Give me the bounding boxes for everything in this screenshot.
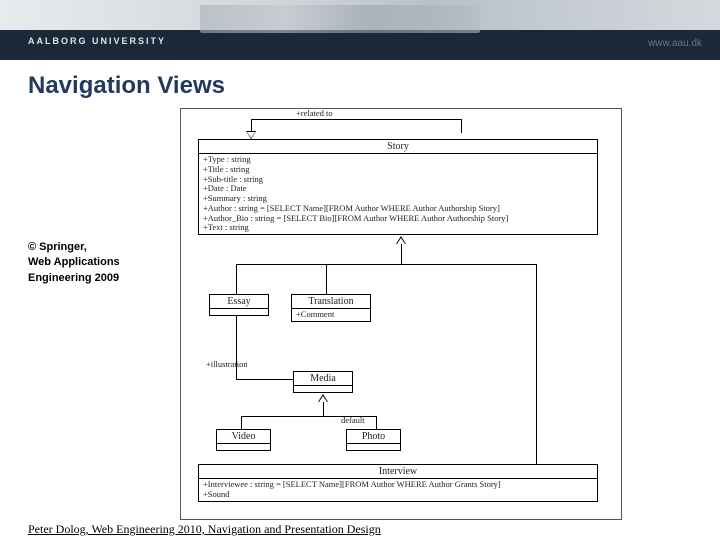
- story-attr: +Author : string = [SELECT Name][FROM Au…: [203, 204, 593, 214]
- essay-class: Essay: [209, 294, 269, 316]
- uml-diagram: +related to Story +Type : string +Title …: [180, 108, 622, 520]
- citation-block: © Springer, Web Applications Engineering…: [28, 240, 120, 286]
- translation-attr: +Comment: [296, 310, 366, 320]
- story-attr: +Summary : string: [203, 194, 593, 204]
- story-class-name: Story: [199, 140, 597, 154]
- interview-class: Interview +Interviewee : string = [SELEC…: [198, 464, 598, 502]
- generalization-icon: [396, 236, 406, 244]
- connector: [251, 119, 461, 120]
- video-class: Video: [216, 429, 271, 451]
- connector: [536, 264, 537, 464]
- slide-content: Navigation Views © Springer, Web Applica…: [0, 60, 720, 518]
- story-attr: +Author_Bio : string = [SELECT Bio][FROM…: [203, 214, 593, 224]
- illustration-label: +illustration: [206, 359, 248, 369]
- connector: [236, 264, 237, 294]
- story-attributes: +Type : string +Title : string +Sub-titl…: [199, 154, 597, 234]
- connector: [236, 264, 536, 265]
- media-class: Media: [293, 371, 353, 393]
- story-class: Story +Type : string +Title : string +Su…: [198, 139, 598, 235]
- story-attr: +Sub-title : string: [203, 175, 593, 185]
- connector: [461, 119, 462, 133]
- default-label: default: [341, 415, 365, 425]
- translation-class: Translation +Comment: [291, 294, 371, 322]
- banner-building: [200, 5, 480, 33]
- citation-line: Engineering 2009: [28, 271, 120, 286]
- connector: [236, 316, 237, 379]
- connector: [401, 244, 402, 264]
- story-attr: +Type : string: [203, 155, 593, 165]
- video-class-name: Video: [217, 430, 270, 444]
- citation-line: Web Applications: [28, 255, 120, 270]
- page-title: Navigation Views: [28, 72, 692, 100]
- header-banner: AALBORG UNIVERSITY www.aau.dk: [0, 0, 720, 60]
- connector: [376, 416, 377, 429]
- story-attr: +Title : string: [203, 165, 593, 175]
- generalization-icon: [318, 394, 328, 402]
- media-class-name: Media: [294, 372, 352, 386]
- interview-attr: +Interviewee : string = [SELECT Name][FR…: [203, 480, 593, 490]
- connector: [236, 379, 293, 380]
- university-logo: AALBORG UNIVERSITY: [28, 36, 166, 46]
- essay-class-name: Essay: [210, 295, 268, 309]
- photo-class: Photo: [346, 429, 401, 451]
- photo-class-name: Photo: [347, 430, 400, 444]
- interview-attr: +Sound: [203, 490, 593, 500]
- citation-line: © Springer,: [28, 240, 120, 255]
- interview-class-name: Interview: [199, 465, 597, 479]
- translation-class-name: Translation: [292, 295, 370, 309]
- story-attr: +Text : string: [203, 223, 593, 233]
- university-url: www.aau.dk: [648, 38, 702, 49]
- slide-footer: Peter Dolog, Web Engineering 2010, Navig…: [0, 519, 720, 540]
- banner-sky: [0, 0, 720, 30]
- connector: [326, 264, 327, 294]
- arrow-icon: [246, 131, 256, 139]
- connector: [323, 402, 324, 416]
- story-attr: +Date : Date: [203, 184, 593, 194]
- connector: [241, 416, 242, 429]
- related-to-label: +related to: [296, 108, 333, 118]
